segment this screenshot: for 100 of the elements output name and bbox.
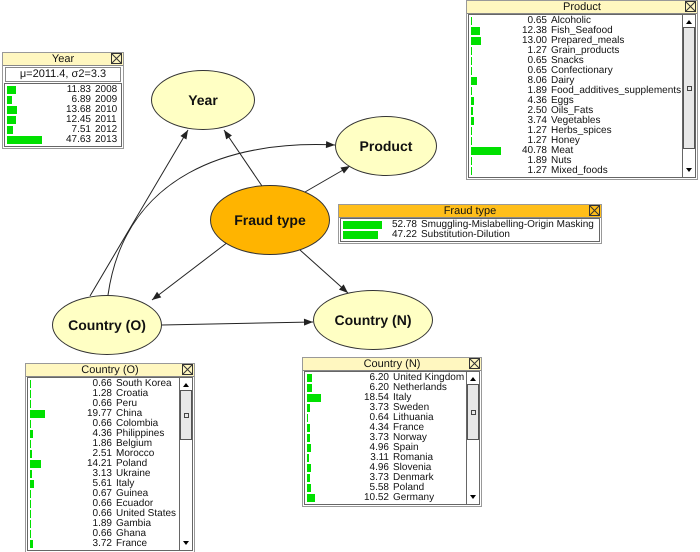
scroll-thumb[interactable] [180, 390, 192, 440]
close-icon[interactable] [111, 53, 122, 64]
probability-value: 47.22 [390, 230, 417, 240]
probability-bar [471, 117, 474, 125]
state-name: Food_additives_supplements [550, 86, 682, 96]
probability-bar [7, 136, 42, 144]
close-icon[interactable] [469, 358, 480, 369]
state-name: Philippines [115, 429, 166, 439]
state-name: 2011 [94, 115, 118, 125]
probability-value: 13.68 [64, 105, 91, 115]
up-arrow-icon[interactable] [182, 382, 190, 388]
scrollbar[interactable] [682, 15, 695, 177]
state-name: Ghana [115, 529, 148, 539]
state-name: Denmark [392, 473, 435, 483]
state-name: Honey [550, 136, 580, 146]
probability-value: 0.66 [92, 529, 112, 539]
state-name: Peru [115, 399, 138, 409]
probability-value: 52.78 [390, 220, 417, 230]
down-arrow-icon[interactable] [469, 494, 477, 500]
network-node[interactable]: Fraud type [210, 185, 330, 255]
probability-bar [307, 484, 312, 492]
probability-value: 4.34 [368, 423, 389, 433]
probability-value: 4.96 [368, 443, 389, 453]
probability-bar [471, 37, 481, 45]
scroll-thumb[interactable] [683, 27, 695, 149]
state-name: Sweden [392, 403, 430, 413]
probability-value: 4.36 [526, 96, 547, 106]
network-node[interactable]: Product [335, 116, 437, 176]
state-name: Smuggling-Mislabelling-Origin Masking [420, 220, 595, 230]
network-node[interactable]: Country (O) [52, 295, 162, 355]
probability-value: 5.61 [92, 479, 112, 489]
close-icon[interactable] [685, 1, 696, 12]
state-name: Vegetables [550, 116, 600, 126]
up-arrow-icon[interactable] [685, 19, 693, 25]
probability-value: 14.21 [86, 459, 112, 469]
probability-bar [307, 384, 312, 392]
probability-value: 1.27 [526, 166, 547, 176]
probability-bar [7, 116, 16, 124]
probability-value: 40.78 [520, 146, 547, 156]
probability-value: 0.66 [92, 379, 112, 389]
probability-bar [307, 494, 315, 502]
probability-value: 0.65 [526, 56, 547, 66]
state-name: Germany [392, 493, 436, 503]
probability-value: 0.65 [526, 16, 547, 26]
state-name: Guinea [115, 489, 148, 499]
probability-value: 0.66 [92, 499, 112, 509]
probability-bar [7, 126, 13, 134]
probability-bar [307, 454, 310, 462]
scrollbar[interactable] [466, 372, 479, 504]
up-arrow-icon[interactable] [469, 376, 477, 382]
probability-value: 3.13 [92, 469, 112, 479]
state-name: 2008 [94, 85, 118, 95]
probability-bar [30, 460, 40, 468]
scroll-thumb[interactable] [467, 384, 479, 440]
probability-bar [471, 27, 480, 35]
state-name: Croatia [115, 389, 150, 399]
state-name: 2009 [94, 95, 118, 105]
state-name: Meat [550, 146, 574, 156]
state-name: Mixed_foods [550, 166, 609, 176]
state-name: Gambia [115, 519, 152, 529]
network-node[interactable]: Year [151, 70, 255, 130]
scrollbar[interactable] [179, 378, 192, 550]
probability-bar [471, 147, 502, 155]
probability-value: 18.54 [362, 393, 389, 403]
state-name: Norway [392, 433, 428, 443]
probability-bar [30, 540, 33, 548]
close-icon[interactable] [589, 205, 600, 216]
probability-value: 1.89 [526, 156, 547, 166]
monitor-title: Country (O) [81, 364, 139, 376]
state-name: Herbs_spices [550, 126, 613, 136]
network-node[interactable]: Country (N) [313, 290, 433, 350]
probability-bar [307, 464, 311, 472]
probability-value: 47.63 [64, 135, 91, 145]
probability-bar [307, 434, 310, 442]
monitor-title: Product [563, 1, 601, 13]
probability-bar [471, 97, 474, 105]
state-name: Morocco [115, 449, 156, 459]
probability-value: 1.27 [526, 126, 547, 136]
probability-value: 4.96 [368, 463, 389, 473]
probability-value: 6.89 [70, 95, 91, 105]
probability-bar [343, 231, 378, 239]
state-name: Substitution-Dilution [420, 230, 510, 240]
close-icon[interactable] [182, 364, 193, 375]
probability-bar [7, 106, 18, 114]
state-name: Dairy [550, 76, 574, 86]
probability-bar [30, 480, 34, 488]
probability-value: 12.45 [64, 115, 91, 125]
state-name: Poland [115, 459, 148, 469]
state-name: Alcoholic [550, 16, 592, 26]
statistics-text: μ=2011.4, σ2=3.3 [5, 67, 121, 82]
state-name: Oils_Fats [550, 106, 594, 116]
down-arrow-icon[interactable] [182, 540, 190, 546]
probability-value: 3.72 [92, 539, 112, 549]
probability-value: 2.50 [526, 106, 547, 116]
state-name: Colombia [115, 419, 158, 429]
probability-bar [7, 96, 12, 104]
probability-value: 0.66 [92, 419, 112, 429]
probability-value: 2.51 [92, 449, 112, 459]
monitor-title: Year [52, 53, 74, 65]
down-arrow-icon[interactable] [685, 167, 693, 173]
